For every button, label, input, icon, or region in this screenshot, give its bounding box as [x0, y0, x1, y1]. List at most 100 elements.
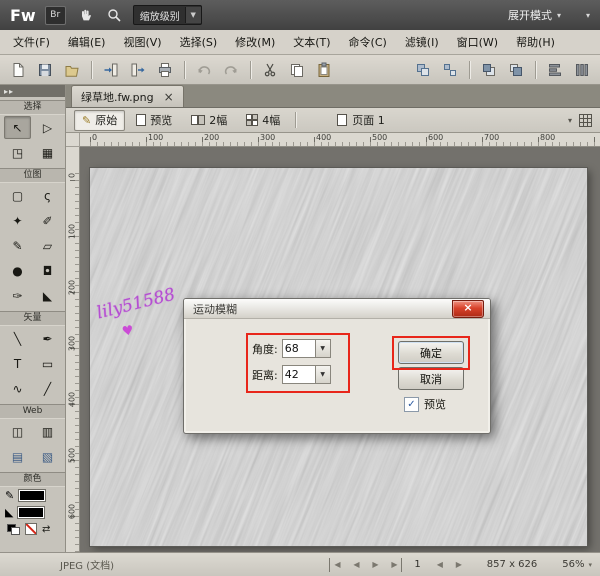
tools-section-label-web: Web: [0, 404, 65, 419]
new-document-button[interactable]: [7, 59, 29, 81]
zoom-level-dropdown[interactable]: 缩放级别 ▼: [133, 5, 202, 25]
bridge-button[interactable]: Br: [45, 6, 66, 25]
menu-item-help[interactable]: 帮助(H): [507, 30, 564, 54]
workspace-switcher-button[interactable]: 展开模式 ▾: [508, 7, 561, 23]
cancel-button[interactable]: 取消: [398, 367, 464, 390]
menu-item-file[interactable]: 文件(F): [4, 30, 59, 54]
subselection-tool[interactable]: ▷: [34, 116, 61, 139]
send-to-back-button[interactable]: [505, 59, 527, 81]
copy-button[interactable]: [286, 59, 308, 81]
page-grid-icon[interactable]: [579, 114, 592, 127]
show-slices-tool[interactable]: ▧: [34, 445, 61, 468]
pencil-tool[interactable]: ✎: [4, 234, 31, 257]
menu-item-commands[interactable]: 命令(C): [340, 30, 396, 54]
distance-input[interactable]: [282, 365, 315, 384]
eraser-tool[interactable]: ▱: [34, 234, 61, 257]
toolbar-separator: [250, 61, 251, 79]
current-state-number: 1: [414, 559, 420, 570]
preview-checkbox[interactable]: ✓ 预览: [404, 396, 446, 412]
menu-item-view[interactable]: 视图(V): [114, 30, 170, 54]
magic-wand-tool[interactable]: ✦: [4, 209, 31, 232]
paste-button[interactable]: [313, 59, 335, 81]
document-tab[interactable]: 绿草地.fw.png ×: [71, 85, 184, 107]
tools-panel-collapse-handle[interactable]: ▸▸: [0, 85, 65, 97]
freeform-tool[interactable]: ∿: [4, 377, 31, 400]
import-button[interactable]: [100, 59, 122, 81]
tab-4up[interactable]: 4幅: [238, 110, 288, 131]
save-button[interactable]: [34, 59, 56, 81]
menu-item-edit[interactable]: 编辑(E): [59, 30, 115, 54]
dialog-close-button[interactable]: ×: [452, 300, 484, 318]
main-toolbar: [0, 55, 600, 85]
first-state-button[interactable]: ◀: [329, 558, 344, 572]
next-page-button[interactable]: ▶: [452, 558, 466, 572]
hand-tool-button[interactable]: [75, 5, 95, 25]
scale-tool[interactable]: ◳: [4, 141, 31, 164]
rectangle-tool[interactable]: ▭: [34, 352, 61, 375]
menu-item-select[interactable]: 选择(S): [171, 30, 227, 54]
zoom-percent-label: 56%: [562, 559, 584, 570]
tab-2up[interactable]: 2幅: [183, 110, 235, 131]
menu-item-text[interactable]: 文本(T): [284, 30, 339, 54]
stroke-color-swatch[interactable]: [18, 489, 46, 502]
open-button[interactable]: [61, 59, 83, 81]
previous-page-button[interactable]: ◀: [433, 558, 447, 572]
tab-preview[interactable]: 预览: [128, 110, 180, 131]
ruler-label: 0: [68, 168, 77, 184]
no-color-button[interactable]: [25, 523, 37, 535]
slice-tool[interactable]: ▥: [34, 420, 61, 443]
page-selector[interactable]: 页面 1: [337, 112, 385, 128]
tab-close-icon[interactable]: ×: [164, 92, 174, 102]
page-dropdown-icon[interactable]: ▾: [568, 116, 572, 125]
titlebar-menu-chevron-icon[interactable]: ▾: [586, 11, 590, 20]
distribute-button[interactable]: [571, 59, 593, 81]
preview-label: 预览: [424, 396, 446, 412]
swap-colors-button[interactable]: ⇄: [42, 524, 50, 535]
menu-item-filters[interactable]: 滤镜(I): [396, 30, 448, 54]
dialog-titlebar[interactable]: 运动模糊: [184, 299, 490, 319]
undo-icon: [196, 62, 212, 78]
group-button[interactable]: [412, 59, 434, 81]
cut-button[interactable]: [259, 59, 281, 81]
align-button[interactable]: [544, 59, 566, 81]
angle-spinner-button[interactable]: ▼: [315, 339, 331, 358]
hide-slices-tool[interactable]: ▤: [4, 445, 31, 468]
brush-tool[interactable]: ✐: [34, 209, 61, 232]
print-button[interactable]: [154, 59, 176, 81]
menu-item-modify[interactable]: 修改(M): [226, 30, 284, 54]
pointer-tool[interactable]: ↖: [4, 116, 31, 139]
document-tab-bar: 绿草地.fw.png ×: [66, 85, 600, 108]
knife-tool[interactable]: ╱: [34, 377, 61, 400]
fill-color-swatch[interactable]: [17, 506, 45, 519]
marquee-tool[interactable]: ▢: [4, 184, 31, 207]
paint-bucket-tool[interactable]: ◣: [34, 284, 61, 307]
undo-button[interactable]: [193, 59, 215, 81]
export-button[interactable]: [127, 59, 149, 81]
bring-to-front-button[interactable]: [478, 59, 500, 81]
rubber-stamp-tool[interactable]: ◘: [34, 259, 61, 282]
lasso-tool[interactable]: ς: [34, 184, 61, 207]
menu-item-window[interactable]: 窗口(W): [448, 30, 507, 54]
redo-button[interactable]: [220, 59, 242, 81]
last-state-button[interactable]: ▶: [387, 558, 402, 572]
angle-input[interactable]: [282, 339, 315, 358]
distance-spinner-button[interactable]: ▼: [315, 365, 331, 384]
vertical-ruler[interactable]: 0 100 200 300 400 500 600: [66, 147, 80, 552]
text-tool[interactable]: T: [4, 352, 31, 375]
previous-state-button[interactable]: ◀: [349, 558, 363, 572]
print-icon: [157, 62, 173, 78]
zoom-level-control[interactable]: 56% ▾: [562, 559, 592, 570]
ok-button[interactable]: 确定: [398, 341, 464, 364]
default-colors-button[interactable]: [7, 524, 20, 535]
pen-tool[interactable]: ✒: [34, 327, 61, 350]
zoom-tool-button[interactable]: [104, 5, 124, 25]
hotspot-tool[interactable]: ◫: [4, 420, 31, 443]
tab-original[interactable]: ✎ 原始: [74, 110, 125, 131]
eyedropper-tool[interactable]: ✑: [4, 284, 31, 307]
horizontal-ruler[interactable]: 0 100 200 300 400 500 600 700 800: [80, 133, 600, 147]
ungroup-button[interactable]: [439, 59, 461, 81]
line-tool[interactable]: ╲: [4, 327, 31, 350]
crop-tool[interactable]: ▦: [34, 141, 61, 164]
blur-tool[interactable]: ●: [4, 259, 31, 282]
play-states-button[interactable]: ▶: [368, 558, 382, 572]
